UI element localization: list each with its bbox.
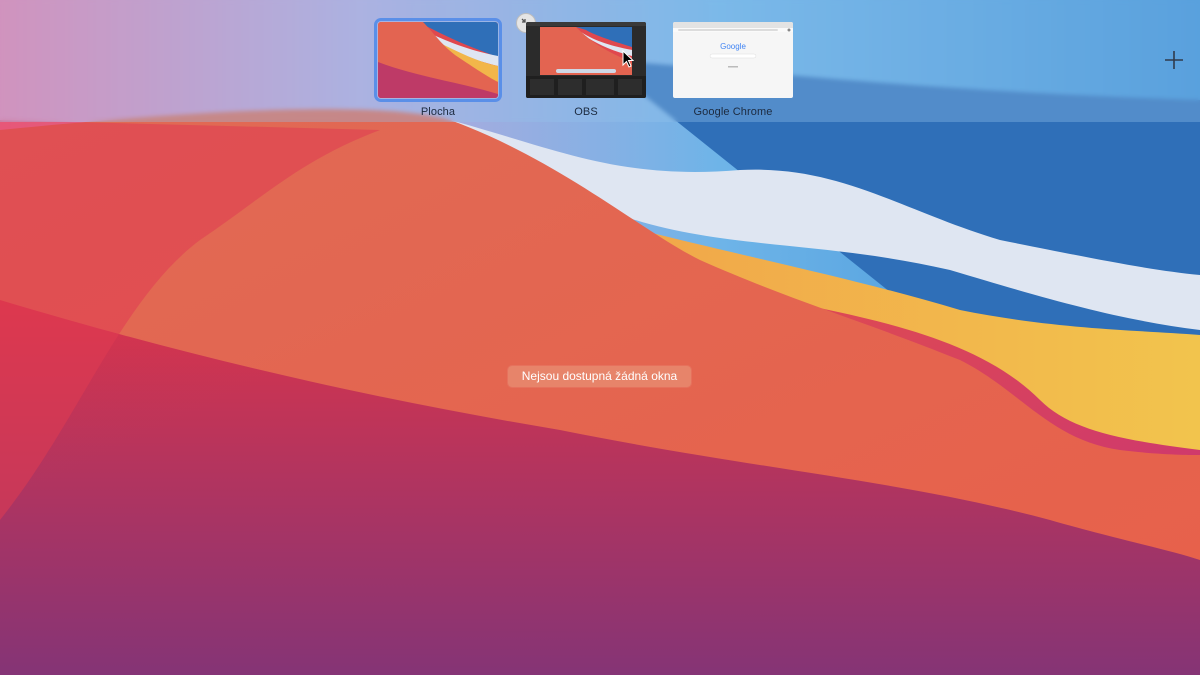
add-space-button[interactable] — [1162, 48, 1186, 72]
no-windows-message: Nejsou dostupná žádná okna — [508, 366, 691, 387]
chrome-thumbnail-image: Google — [673, 22, 793, 98]
space-desktop-thumbnail[interactable] — [374, 18, 502, 102]
mouse-cursor-icon — [622, 50, 634, 68]
space-obs-thumbnail[interactable] — [526, 22, 646, 98]
space-label: OBS — [574, 106, 598, 118]
plus-icon — [1165, 51, 1183, 69]
space-desktop[interactable]: Plocha — [374, 18, 502, 118]
space-label: Google Chrome — [693, 106, 773, 118]
space-obs[interactable]: OBS — [526, 22, 646, 118]
desktop-thumbnail-image — [378, 22, 498, 98]
space-chrome-thumbnail[interactable]: Google — [673, 22, 793, 98]
space-google-chrome[interactable]: Google Google Chrome — [673, 22, 793, 118]
google-logo-text: Google — [720, 42, 746, 51]
space-label: Plocha — [420, 106, 456, 118]
